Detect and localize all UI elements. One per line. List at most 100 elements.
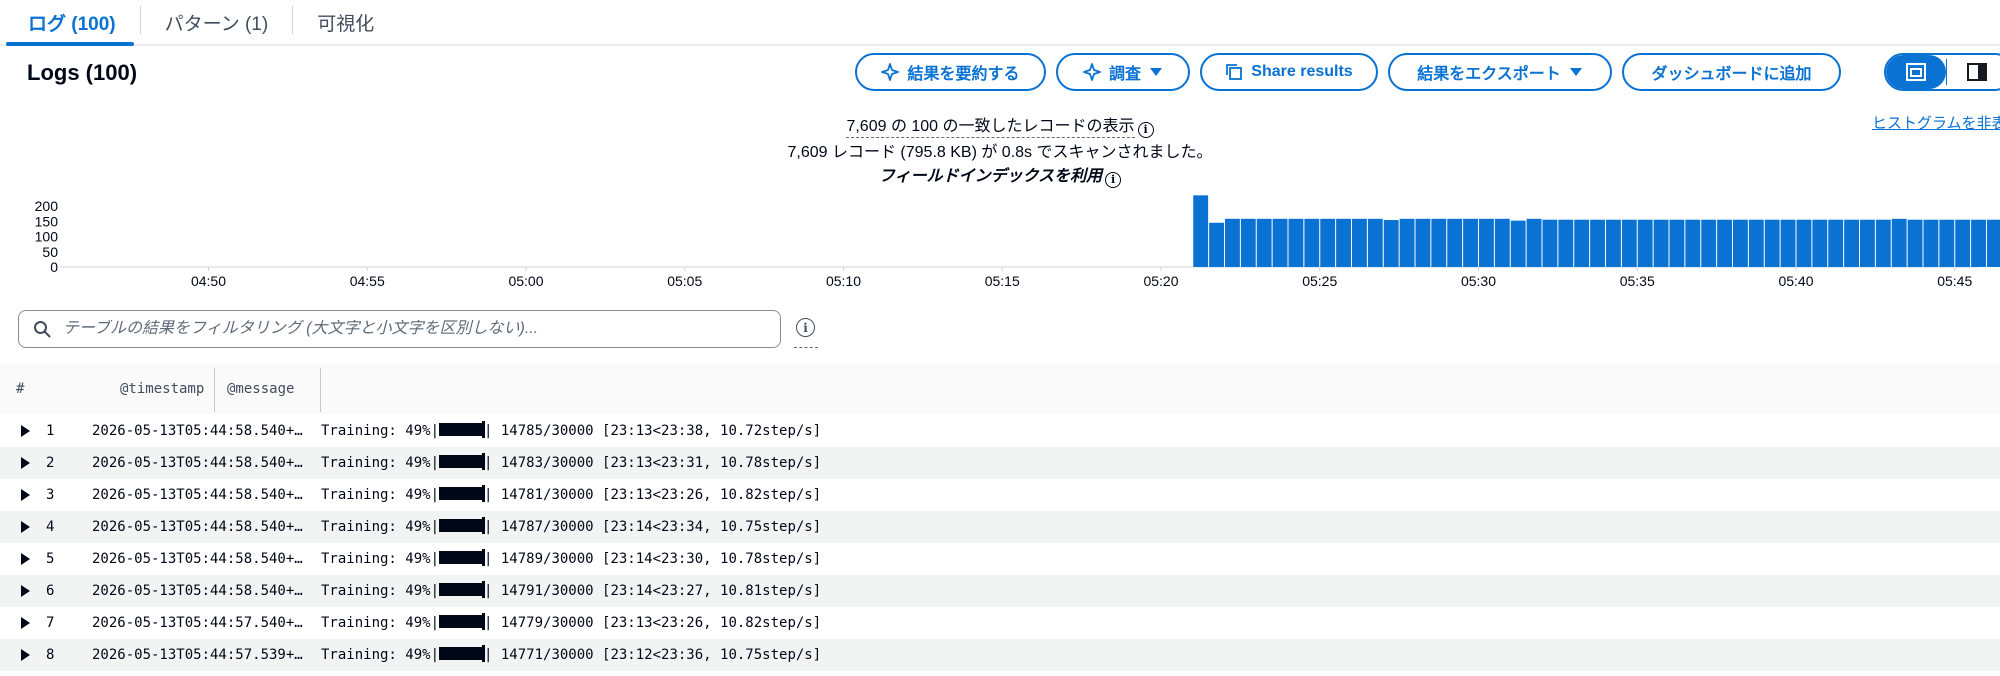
histogram-bar[interactable] [1907,219,1923,267]
histogram-bar[interactable] [1971,219,1986,267]
progress-blocks [439,517,486,534]
histogram-bar[interactable] [1891,218,1907,267]
expand-row-icon[interactable] [21,617,30,629]
histogram-bar[interactable] [1780,219,1796,267]
histogram-bar[interactable] [1240,218,1256,267]
view-mode-panel[interactable] [1947,55,2000,89]
histogram-bar[interactable] [1494,218,1510,267]
histogram-bar[interactable] [1304,218,1320,267]
histogram-bar[interactable] [1256,218,1272,267]
tab-logs[interactable]: ログ (100) [0,0,140,46]
histogram-bar[interactable] [1510,220,1526,267]
histogram-bar[interactable] [1812,219,1828,267]
histogram-bar[interactable] [1733,219,1748,267]
expand-row-icon[interactable] [21,649,30,661]
table-row[interactable]: 7 2026-05-13T05:44:57.540+… Training: 49%|… [0,607,2000,639]
info-icon: i [796,318,815,337]
histogram-bar[interactable] [1447,218,1463,267]
histogram-bar[interactable] [1637,219,1653,267]
histogram-bar[interactable] [1606,219,1621,267]
histogram-bar[interactable] [1209,222,1224,267]
histogram-bar[interactable] [1590,219,1605,267]
histogram-bar[interactable] [1320,218,1336,267]
histogram-bar[interactable] [1701,219,1717,267]
export-results-button[interactable]: 結果をエクスポート [1388,53,1612,91]
expand-row-icon[interactable] [21,553,30,565]
side-panel-icon [1967,63,1987,81]
histogram-bar[interactable] [1574,219,1590,267]
caret-down-icon [1150,68,1162,76]
histogram-bar[interactable] [1717,219,1732,267]
table-row[interactable]: 1 2026-05-13T05:44:58.540+… Training: 49%|… [0,415,2000,447]
filter-input[interactable] [63,320,763,338]
histogram-bar[interactable] [1415,218,1431,267]
histogram-bar[interactable] [1748,219,1764,267]
x-tick-label: 04:50 [191,273,226,289]
column-header-message[interactable]: @message [227,364,294,414]
add-to-dashboard-button[interactable]: ダッシュボードに追加 [1622,53,1841,91]
row-timestamp: 2026-05-13T05:44:58.540+… [92,551,303,567]
histogram-bar[interactable] [1653,219,1669,267]
investigate-button[interactable]: 調査 [1056,53,1190,91]
histogram-bar[interactable] [1431,218,1447,267]
histogram-bar[interactable] [1463,218,1478,267]
share-results-button[interactable]: Share results [1200,53,1378,91]
histogram-bar[interactable] [1383,220,1399,267]
histogram-bar[interactable] [1939,219,1955,267]
histogram-bar[interactable] [1526,218,1542,267]
expand-row-icon[interactable] [21,425,30,437]
info-icon[interactable]: i [1137,121,1154,138]
table-row[interactable]: 3 2026-05-13T05:44:58.540+… Training: 49%|… [0,479,2000,511]
histogram-bar[interactable] [1685,219,1701,267]
table-row[interactable]: 4 2026-05-13T05:44:58.540+… Training: 49%|… [0,511,2000,543]
expand-row-icon[interactable] [21,489,30,501]
histogram-bar[interactable] [1367,218,1383,267]
filter-info[interactable]: i [794,318,818,348]
expand-row-icon[interactable] [21,457,30,469]
histogram-bar[interactable] [1399,218,1415,267]
info-icon[interactable]: i [1105,171,1122,188]
histogram-bar[interactable] [1923,219,1939,267]
progress-blocks [439,549,486,566]
histogram-bar[interactable] [1844,219,1859,267]
table-row[interactable]: 5 2026-05-13T05:44:58.540+… Training: 49%|… [0,543,2000,575]
expand-row-icon[interactable] [21,521,30,533]
tab-visualization[interactable]: 可視化 [293,0,398,44]
add-to-dashboard-label: ダッシュボードに追加 [1651,66,1812,83]
progress-blocks [439,485,486,502]
histogram-bar[interactable] [1542,219,1558,267]
histogram-bar[interactable] [1225,218,1240,267]
expand-row-icon[interactable] [21,585,30,597]
histogram-bar[interactable] [1955,219,1971,267]
histogram-bar[interactable] [1860,219,1875,267]
histogram-bar[interactable] [1875,219,1891,267]
x-tick-label: 05:45 [1937,273,1972,289]
histogram-bar[interactable] [1193,195,1209,267]
tab-patterns[interactable]: パターン (1) [141,0,293,44]
histogram-bar[interactable] [1764,219,1780,267]
column-header-timestamp[interactable]: @timestamp [120,364,204,414]
histogram-bar[interactable] [1352,218,1367,267]
histogram-bar[interactable] [1796,219,1812,267]
histogram-bar[interactable] [1558,219,1574,267]
hide-histogram-link[interactable]: ヒストグラムを非表 [1872,112,2000,133]
table-filter[interactable] [18,310,781,348]
column-resize-handle[interactable] [214,368,215,412]
histogram-bar[interactable] [1987,219,2000,267]
histogram-bar[interactable] [1272,218,1288,267]
histogram-bar[interactable] [1828,219,1844,267]
table-row[interactable]: 8 2026-05-13T05:44:57.539+… Training: 49%|… [0,639,2000,671]
row-number: 6 [46,583,55,599]
matched-records-text: 7,609 の 100 の一致したレコードの表示 [846,118,1135,138]
histogram-bar[interactable] [1479,218,1494,267]
table-row[interactable]: 2 2026-05-13T05:44:58.540+… Training: 49%|… [0,447,2000,479]
table-row[interactable]: 6 2026-05-13T05:44:58.540+… Training: 49%|… [0,575,2000,607]
view-mode-split[interactable] [1886,55,1946,89]
histogram-bar[interactable] [1621,219,1637,267]
histogram-bar[interactable] [1669,219,1685,267]
view-mode-toggle[interactable] [1884,53,2000,91]
histogram-bar[interactable] [1288,218,1304,267]
column-resize-handle[interactable] [320,368,321,412]
histogram-bar[interactable] [1336,218,1351,267]
summarize-results-button[interactable]: 結果を要約する [855,53,1046,91]
